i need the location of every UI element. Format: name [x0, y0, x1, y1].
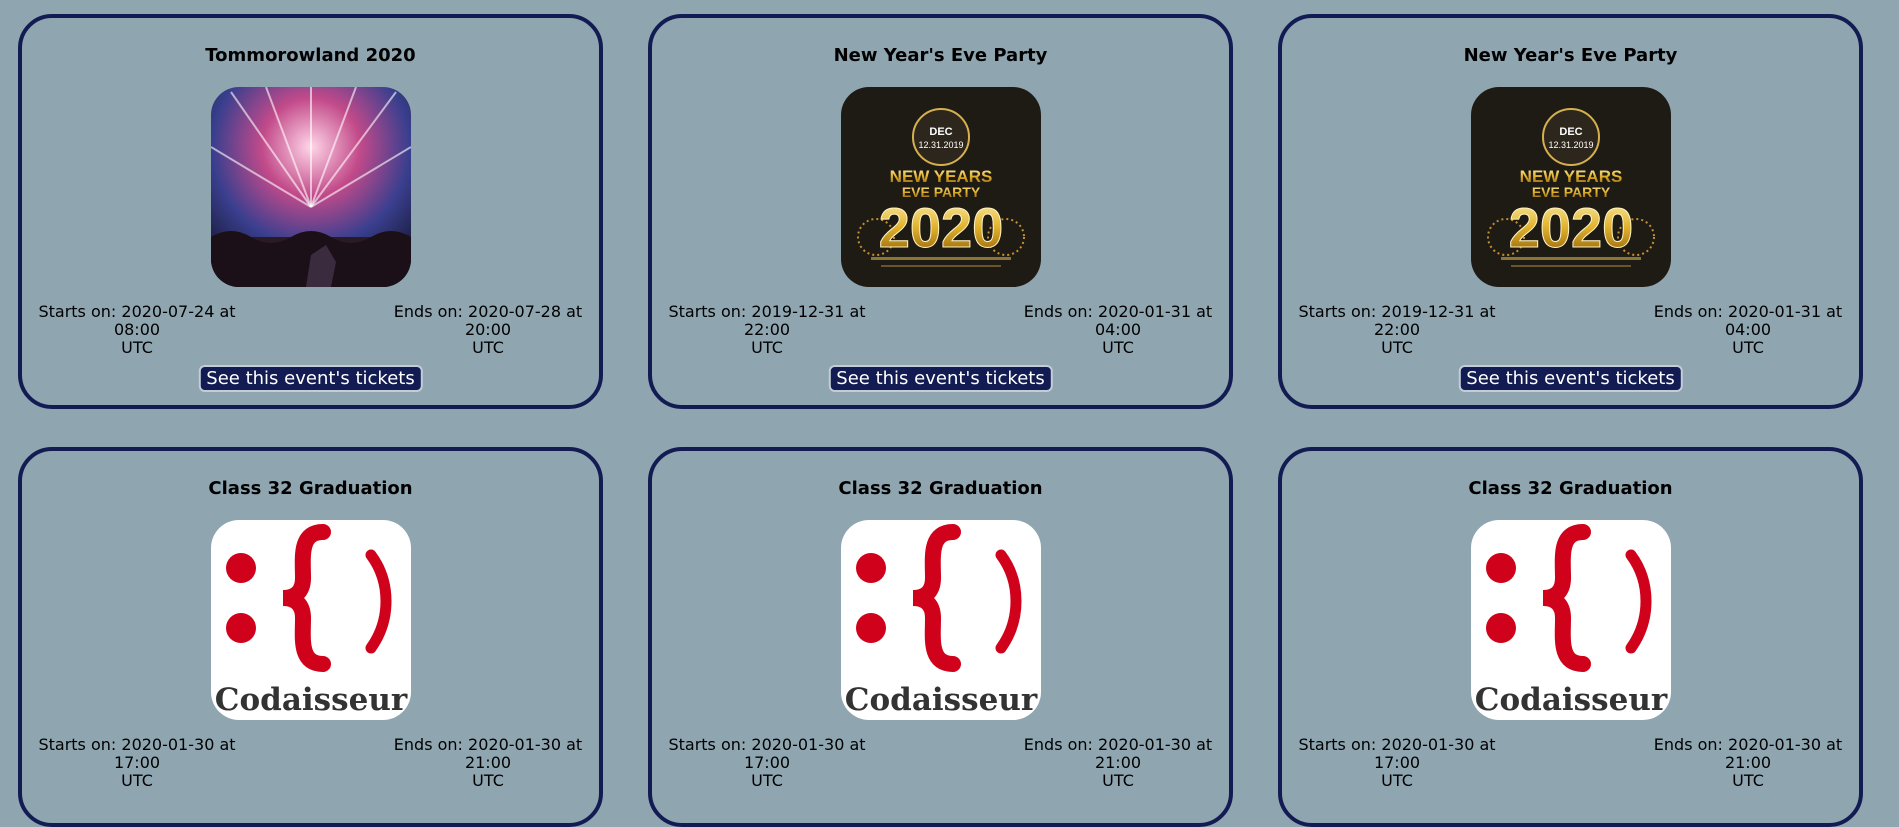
start-date: Starts on: 2019-12-31 at 22:00 UTC: [668, 302, 866, 357]
event-title: New Year's Eve Party: [1463, 45, 1678, 66]
event-image: DEC 12.31.2019 NEW YEARS EVE PARTY 2020: [840, 87, 1041, 287]
event-title: Class 32 Graduation: [208, 478, 413, 499]
event-card: New Year's Eve Party DEC 12.31.2019 NEW …: [648, 14, 1233, 409]
nye-dec-label: DEC: [929, 126, 952, 138]
see-tickets-button[interactable]: See this event's tickets: [828, 365, 1053, 392]
logo-wordmark: Codaisseur: [844, 682, 1037, 718]
event-card: New Year's Eve Party DEC 12.31.2019 NEW …: [1278, 14, 1863, 409]
nye-date-label: 12.31.2019: [1548, 140, 1593, 150]
event-title: Class 32 Graduation: [838, 478, 1043, 499]
event-image: DEC 12.31.2019 NEW YEARS EVE PARTY 2020: [1470, 87, 1671, 287]
event-times: Starts on: 2020-07-24 at 08:00 UTC Ends o…: [28, 303, 593, 357]
end-date: Ends on: 2020-01-31 at 04:00 UTC: [1023, 302, 1213, 357]
event-card: Class 32 Graduation Codaisseur Starts on…: [648, 447, 1233, 827]
end-date: Ends on: 2020-01-30 at 21:00 UTC: [393, 735, 583, 790]
event-image: Codaisseur: [210, 520, 411, 720]
event-times: Starts on: 2020-01-30 at 17:00 UTC Ends o…: [658, 736, 1223, 790]
start-date: Starts on: 2019-12-31 at 22:00 UTC: [1298, 302, 1496, 357]
event-card: Tommorowland 2020 Starts on: 2020-07-24 …: [18, 14, 603, 409]
event-card: Class 32 Graduation Codaisseur Starts on…: [1278, 447, 1863, 827]
start-date: Starts on: 2020-01-30 at 17:00 UTC: [668, 735, 866, 790]
event-title: Tommorowland 2020: [205, 45, 416, 66]
event-times: Starts on: 2019-12-31 at 22:00 UTC Ends o…: [658, 303, 1223, 357]
see-tickets-button[interactable]: See this event's tickets: [198, 365, 423, 392]
logo-wordmark: Codaisseur: [1474, 682, 1667, 718]
event-title: New Year's Eve Party: [833, 45, 1048, 66]
end-date: Ends on: 2020-01-30 at 21:00 UTC: [1023, 735, 1213, 790]
nye-year: 2020: [878, 196, 1003, 259]
nye-flyer: DEC 12.31.2019 NEW YEARS EVE PARTY 2020: [840, 87, 1041, 287]
end-date: Ends on: 2020-01-31 at 04:00 UTC: [1653, 302, 1843, 357]
event-image: [210, 87, 411, 287]
event-card: Class 32 Graduation Codaisseur Starts on…: [18, 447, 603, 827]
end-date: Ends on: 2020-01-30 at 21:00 UTC: [1653, 735, 1843, 790]
event-title: Class 32 Graduation: [1468, 478, 1673, 499]
concert-photo: [210, 87, 411, 287]
start-date: Starts on: 2020-07-24 at 08:00 UTC: [38, 302, 236, 357]
event-image: Codaisseur: [1470, 520, 1671, 720]
event-times: Starts on: 2019-12-31 at 22:00 UTC Ends o…: [1288, 303, 1853, 357]
event-times: Starts on: 2020-01-30 at 17:00 UTC Ends o…: [1288, 736, 1853, 790]
logo-wordmark: Codaisseur: [214, 682, 407, 718]
nye-date-label: 12.31.2019: [918, 140, 963, 150]
nye-year: 2020: [1508, 196, 1633, 259]
codaisseur-logo: Codaisseur: [210, 520, 411, 720]
event-image: Codaisseur: [840, 520, 1041, 720]
nye-flyer: DEC 12.31.2019 NEW YEARS EVE PARTY 2020: [1470, 87, 1671, 287]
nye-dec-label: DEC: [1559, 126, 1582, 138]
end-date: Ends on: 2020-07-28 at 20:00 UTC: [393, 302, 583, 357]
event-times: Starts on: 2020-01-30 at 17:00 UTC Ends o…: [28, 736, 593, 790]
codaisseur-logo: Codaisseur: [1470, 520, 1671, 720]
codaisseur-logo: Codaisseur: [840, 520, 1041, 720]
see-tickets-button[interactable]: See this event's tickets: [1458, 365, 1683, 392]
start-date: Starts on: 2020-01-30 at 17:00 UTC: [1298, 735, 1496, 790]
start-date: Starts on: 2020-01-30 at 17:00 UTC: [38, 735, 236, 790]
